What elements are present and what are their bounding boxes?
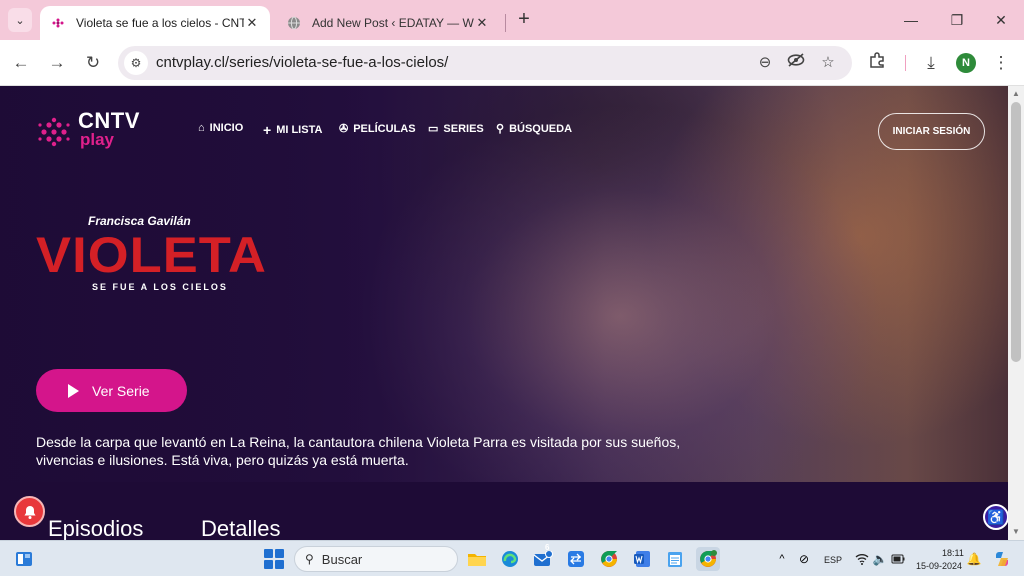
home-icon: ⌂	[198, 122, 205, 134]
taskbar-search[interactable]: ⚲ Buscar	[294, 546, 458, 572]
plus-icon: +	[263, 122, 272, 138]
nav-item-series[interactable]: ▭ SERIES	[428, 122, 484, 136]
minimize-icon[interactable]: —	[888, 8, 934, 32]
tab-separator	[505, 14, 506, 32]
zoom-icon[interactable]: ⊖	[754, 52, 776, 74]
menu-kebab-icon[interactable]: ⋮	[988, 50, 1014, 76]
scrollbar-thumb[interactable]	[1011, 102, 1021, 362]
cntv-play-logo[interactable]: CNTV play	[36, 108, 156, 152]
word-icon[interactable]	[630, 547, 654, 571]
page-scrollbar[interactable]: ▲ ▼	[1008, 86, 1024, 540]
browser-tab-active[interactable]: Violeta se fue a los cielos - CNTV P ✕	[40, 6, 270, 40]
close-tab-icon[interactable]: ✕	[244, 15, 260, 31]
tv-icon: ▭	[428, 123, 439, 135]
scroll-up-icon[interactable]: ▲	[1012, 90, 1020, 98]
bookmark-star-icon[interactable]: ☆	[817, 52, 839, 74]
chrome-icon[interactable]	[597, 547, 621, 571]
series-title-art: Francisca Gavilán VIOLETA SE FUE A LOS C…	[36, 214, 266, 304]
search-icon: ⚲	[496, 123, 505, 135]
film-reel-icon: ✇	[339, 123, 349, 135]
extensions-icon[interactable]	[864, 50, 890, 76]
tab-search-button[interactable]: ⌄	[8, 8, 32, 32]
tab-detalles[interactable]: Detalles	[201, 516, 280, 540]
bell-icon	[24, 505, 35, 519]
close-tab-icon[interactable]: ✕	[474, 15, 490, 31]
notepad-icon[interactable]	[663, 547, 687, 571]
logo-dots-icon	[38, 117, 70, 147]
nav-label: BÚSQUEDA	[509, 122, 573, 135]
forward-arrow-icon[interactable]: →	[44, 50, 70, 76]
logo-text-play: play	[80, 130, 115, 149]
content-area	[0, 482, 1008, 540]
language-indicator[interactable]: ESP	[824, 555, 842, 565]
cntv-favicon-icon	[50, 15, 66, 31]
nav-label: MI LISTA	[276, 124, 323, 136]
notification-bell-icon[interactable]: 🔔	[962, 547, 986, 571]
nav-item-inicio[interactable]: ⌂ INICIO	[198, 122, 243, 134]
search-icon: ⚲	[305, 552, 314, 566]
app-switch-icon[interactable]	[564, 547, 588, 571]
clock-time[interactable]: 18:11	[942, 548, 964, 558]
notification-bell-button[interactable]	[14, 496, 45, 527]
back-arrow-icon[interactable]: ←	[8, 50, 34, 76]
tab-title: Add New Post ‹ EDATAY — WordPr	[312, 16, 474, 30]
watch-series-label: Ver Serie	[92, 382, 150, 399]
nav-label: INICIO	[209, 122, 244, 134]
eye-slash-icon[interactable]	[785, 52, 807, 74]
close-window-icon[interactable]: ✕	[978, 8, 1024, 32]
scroll-down-icon[interactable]: ▼	[1012, 528, 1020, 536]
url-text[interactable]: cntvplay.cl/series/violeta-se-fue-a-los-…	[156, 54, 448, 71]
series-synopsis: Desde la carpa que levantó en La Reina, …	[36, 434, 681, 468]
windows-taskbar: ⚲ Buscar 6 ^ ⊘ ESP 🔈 18:11 15-09-2024 🔔	[0, 540, 1024, 576]
tab-episodios[interactable]: Episodios	[48, 516, 143, 540]
tab-title: Violeta se fue a los cielos - CNTV P	[76, 16, 244, 30]
mail-badge: 6	[545, 543, 550, 552]
address-bar[interactable]: ⚙ cntvplay.cl/series/violeta-se-fue-a-lo…	[118, 46, 852, 80]
watch-series-button[interactable]: Ver Serie	[36, 369, 187, 412]
new-tab-button[interactable]: +	[512, 8, 536, 32]
taskbar-search-placeholder: Buscar	[321, 551, 363, 567]
restore-icon[interactable]: ❐	[934, 8, 980, 32]
login-button[interactable]: INICIAR SESIÓN	[878, 113, 985, 150]
chevron-up-icon[interactable]: ^	[770, 547, 794, 571]
nav-item-peliculas[interactable]: ✇ PELÍCULAS	[339, 122, 416, 136]
battery-icon[interactable]	[886, 547, 910, 571]
nav-label: SERIES	[443, 122, 484, 135]
download-icon[interactable]: ⤓	[918, 50, 944, 76]
play-icon	[68, 383, 79, 398]
nav-item-mi-lista[interactable]: + MI LISTA	[263, 122, 322, 138]
globe-icon	[286, 15, 302, 31]
nav-item-busqueda[interactable]: ⚲ BÚSQUEDA	[496, 122, 573, 136]
mail-icon[interactable]: 6	[531, 543, 555, 571]
page-viewport: CNTV play ⌂ INICIO + MI LISTA ✇ PELÍCULA…	[0, 86, 1008, 540]
toolbar-divider	[905, 55, 906, 71]
series-title: VIOLETA	[36, 227, 267, 283]
series-subtitle: SE FUE A LOS CIELOS	[92, 282, 228, 292]
chrome-active-icon[interactable]	[696, 547, 720, 571]
widgets-icon[interactable]	[12, 547, 36, 571]
nav-label: PELÍCULAS	[353, 122, 416, 135]
browser-tab-inactive[interactable]: Add New Post ‹ EDATAY — WordPr ✕	[276, 6, 500, 40]
browser-tab-strip: ⌄ Violeta se fue a los cielos - CNTV P ✕…	[0, 0, 1024, 40]
chevron-down-icon: ⌄	[15, 14, 25, 27]
reload-icon[interactable]: ↻	[80, 50, 106, 76]
accessibility-icon[interactable]: ♿	[983, 504, 1008, 530]
edge-browser-icon[interactable]	[498, 547, 522, 571]
start-windows-icon[interactable]	[262, 547, 286, 571]
file-explorer-icon[interactable]	[465, 547, 489, 571]
clock-date[interactable]: 15-09-2024	[916, 561, 962, 571]
network-off-icon[interactable]: ⊘	[792, 547, 816, 571]
browser-toolbar: ← → ↻ ⚙ cntvplay.cl/series/violeta-se-fu…	[0, 40, 1024, 86]
site-settings-icon[interactable]: ⚙	[124, 51, 148, 75]
copilot-icon[interactable]	[990, 547, 1014, 571]
profile-avatar[interactable]: N	[956, 53, 976, 73]
